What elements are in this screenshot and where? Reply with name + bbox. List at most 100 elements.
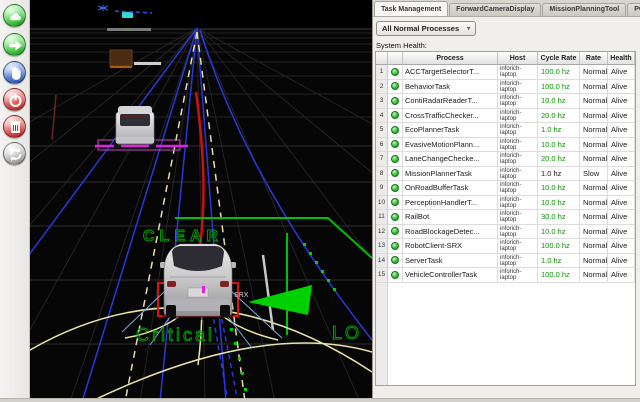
table-row[interactable]: 11 RailBot inforich-laptop 30.0 hz Norma… bbox=[376, 210, 635, 225]
cyan-marker bbox=[122, 12, 133, 18]
process-name: CrossTrafficChecker... bbox=[403, 109, 498, 124]
row-number: 6 bbox=[376, 138, 388, 153]
rate-status: Normal bbox=[580, 181, 608, 196]
guardrail-segment bbox=[107, 28, 151, 31]
table-row[interactable]: 4 CrossTrafficChecker... inforich-laptop… bbox=[376, 109, 635, 124]
host-name: inforich-laptop bbox=[498, 225, 538, 240]
pan-button[interactable] bbox=[3, 61, 26, 84]
health-status: Alive bbox=[608, 254, 635, 269]
host-name: inforich-laptop bbox=[498, 94, 538, 109]
tab-pob[interactable]: POB bbox=[627, 3, 640, 16]
status-cell bbox=[388, 225, 403, 240]
table-row[interactable]: 9 OnRoadBufferTask inforich-laptop 10.0 … bbox=[376, 181, 635, 196]
status-ok-icon bbox=[391, 227, 399, 235]
table-row[interactable]: 2 BehaviorTask inforich-laptop 100.0 hz … bbox=[376, 80, 635, 95]
cycle-rate: 100.0 hz bbox=[538, 80, 580, 95]
header-num bbox=[376, 52, 388, 65]
health-status: Alive bbox=[608, 225, 635, 240]
table-row[interactable]: 6 EvasiveMotionPlann... inforich-laptop … bbox=[376, 138, 635, 153]
rate-status: Normal bbox=[580, 225, 608, 240]
obstacle-label-strip bbox=[134, 62, 161, 65]
table-row[interactable]: 8 MissionPlannerTask inforich-laptop 1.0… bbox=[376, 167, 635, 182]
status-ok-icon bbox=[391, 82, 399, 90]
status-cell bbox=[388, 94, 403, 109]
rate-status: Normal bbox=[580, 152, 608, 167]
status-cell bbox=[388, 167, 403, 182]
rate-status: Normal bbox=[580, 210, 608, 225]
host-name: inforich-laptop bbox=[498, 109, 538, 124]
status-ok-icon bbox=[391, 68, 399, 76]
tab-mission-planning-tool[interactable]: MissionPlanningTool bbox=[542, 3, 626, 16]
table-row[interactable]: 3 ContiRadarReaderT... inforich-laptop 1… bbox=[376, 94, 635, 109]
row-number: 14 bbox=[376, 254, 388, 269]
rate-status: Normal bbox=[580, 196, 608, 211]
process-name: MissionPlannerTask bbox=[403, 167, 498, 182]
start-button[interactable] bbox=[3, 4, 26, 27]
tab-task-management[interactable]: Task Management bbox=[374, 1, 448, 16]
power-icon bbox=[4, 89, 27, 112]
process-name: LaneChangeChecke... bbox=[403, 152, 498, 167]
process-name: VehicleControllerTask bbox=[403, 268, 498, 283]
table-row[interactable]: 12 RoadBlockageDetec... inforich-laptop … bbox=[376, 225, 635, 240]
status-cell bbox=[388, 254, 403, 269]
scene-3d: SRX CLEAR Critical LO bbox=[30, 0, 372, 402]
status-cell bbox=[388, 196, 403, 211]
chevron-down-icon: ▾ bbox=[467, 25, 470, 32]
health-status: Alive bbox=[608, 109, 635, 124]
kill-button[interactable] bbox=[3, 115, 26, 138]
row-number: 9 bbox=[376, 181, 388, 196]
tab-forward-camera-display[interactable]: ForwardCameraDisplay bbox=[449, 3, 541, 16]
app-window: SRX CLEAR Critical LO Task Management Fo… bbox=[0, 0, 640, 402]
status-ok-icon bbox=[391, 169, 399, 177]
cycle-rate: 1.0 hz bbox=[538, 167, 580, 182]
process-name: EvasiveMotionPlann... bbox=[403, 138, 498, 153]
rate-status: Normal bbox=[580, 138, 608, 153]
host-name: inforich-laptop bbox=[498, 254, 538, 269]
host-name: inforich-laptop bbox=[498, 152, 538, 167]
status-cell bbox=[388, 239, 403, 254]
status-cell bbox=[388, 152, 403, 167]
status-cell bbox=[388, 210, 403, 225]
table-row[interactable]: 15 VehicleControllerTask inforich-laptop… bbox=[376, 268, 635, 283]
process-name: PerceptionHandlerT... bbox=[403, 196, 498, 211]
health-status: Alive bbox=[608, 94, 635, 109]
status-ok-icon bbox=[391, 140, 399, 148]
table-row[interactable]: 1 ACCTargetSelectorT... inforich-laptop … bbox=[376, 65, 635, 80]
health-status: Alive bbox=[608, 152, 635, 167]
host-name: inforich-laptop bbox=[498, 239, 538, 254]
host-name: inforich-laptop bbox=[498, 80, 538, 95]
process-name: BehaviorTask bbox=[403, 80, 498, 95]
row-number: 11 bbox=[376, 210, 388, 225]
table-row[interactable]: 14 ServerTask inforich-laptop 1.0 hz Nor… bbox=[376, 254, 635, 269]
status-cell bbox=[388, 123, 403, 138]
host-name: inforich-laptop bbox=[498, 123, 538, 138]
go-button[interactable] bbox=[3, 33, 26, 56]
table-row[interactable]: 5 EcoPlannerTask inforich-laptop 1.0 hz … bbox=[376, 123, 635, 138]
power-button[interactable] bbox=[3, 88, 26, 111]
process-name: ACCTargetSelectorT... bbox=[403, 65, 498, 80]
cycle-rate: 1.0 hz bbox=[538, 123, 580, 138]
health-status: Alive bbox=[608, 268, 635, 283]
cycle-rate: 100.0 hz bbox=[538, 239, 580, 254]
process-name: ServerTask bbox=[403, 254, 498, 269]
rate-status: Normal bbox=[580, 80, 608, 95]
scene-3d-viewport[interactable]: SRX CLEAR Critical LO bbox=[30, 0, 372, 402]
rate-status: Normal bbox=[580, 239, 608, 254]
status-cell bbox=[388, 109, 403, 124]
health-status: Alive bbox=[608, 167, 635, 182]
rate-status: Normal bbox=[580, 123, 608, 138]
header-cycle: Cycle Rate bbox=[538, 52, 580, 65]
process-name: EcoPlannerTask bbox=[403, 123, 498, 138]
table-row[interactable]: 10 PerceptionHandlerT... inforich-laptop… bbox=[376, 196, 635, 211]
table-row[interactable]: 7 LaneChangeChecke... inforich-laptop 20… bbox=[376, 152, 635, 167]
cycle-rate: 10.0 hz bbox=[538, 181, 580, 196]
critical-status-suffix: LO bbox=[332, 323, 362, 343]
rate-status: Normal bbox=[580, 254, 608, 269]
row-number: 13 bbox=[376, 239, 388, 254]
health-status: Alive bbox=[608, 123, 635, 138]
table-row[interactable]: 13 RobotClient-SRX inforich-laptop 100.0… bbox=[376, 239, 635, 254]
process-filter-dropdown[interactable]: All Normal Processes ▾ bbox=[376, 21, 476, 36]
status-ok-icon bbox=[391, 126, 399, 134]
refresh-button[interactable] bbox=[3, 142, 26, 165]
row-number: 12 bbox=[376, 225, 388, 240]
